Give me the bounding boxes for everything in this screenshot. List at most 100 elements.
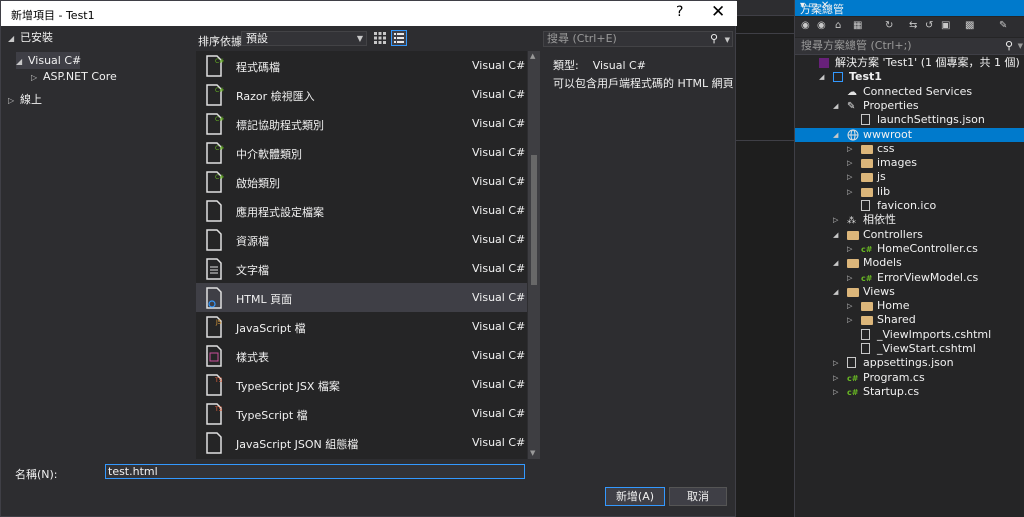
- solution-tree-item[interactable]: launchSettings.json: [795, 113, 1024, 127]
- template-row[interactable]: TS TypeScript JSX 檔案 Visual C#: [196, 370, 527, 399]
- tree-node-installed[interactable]: ◢ 已安裝: [8, 29, 53, 46]
- solution-tree-item[interactable]: ▷ ⁂ 相依性: [795, 213, 1024, 227]
- solution-tree-item[interactable]: ▷ c# Program.cs: [795, 371, 1024, 385]
- sync-icon[interactable]: ⇆: [909, 20, 917, 31]
- solution-tree-item[interactable]: ▷ lib: [795, 185, 1024, 199]
- expanded-arrow-icon[interactable]: ◢: [833, 256, 838, 270]
- expanded-arrow-icon[interactable]: ◢: [833, 99, 838, 113]
- template-row[interactable]: 樣式表 Visual C#: [196, 341, 527, 370]
- svg-text:JS: JS: [215, 319, 222, 326]
- expanded-arrow-icon[interactable]: ◢: [833, 285, 838, 299]
- expanded-arrow-icon[interactable]: ◢: [833, 228, 838, 242]
- template-name: TypeScript 檔: [236, 409, 308, 422]
- collapsed-arrow-icon[interactable]: ▷: [31, 69, 43, 86]
- scroll-up-icon[interactable]: ▲: [530, 52, 535, 60]
- solution-tree-item[interactable]: ▷ appsettings.json: [795, 356, 1024, 370]
- chevron-down-icon[interactable]: ▼: [725, 33, 730, 47]
- collapsed-arrow-icon[interactable]: ▷: [847, 299, 852, 313]
- solution-tree-item[interactable]: ▷ Shared: [795, 313, 1024, 327]
- refresh-icon[interactable]: ↺: [925, 20, 933, 31]
- add-button[interactable]: 新增(A): [605, 487, 665, 506]
- solution-tree-label: Properties: [863, 98, 919, 112]
- collapsed-arrow-icon[interactable]: ▷: [847, 313, 852, 327]
- expanded-arrow-icon[interactable]: ◢: [819, 70, 824, 84]
- collapsed-arrow-icon[interactable]: ▷: [833, 356, 838, 370]
- search-icon[interactable]: ⚲: [1005, 38, 1013, 54]
- code-file-icon: C#: [203, 55, 225, 77]
- tree-node-visual-csharp[interactable]: ◢ Visual C#: [16, 52, 81, 70]
- solution-tree-item[interactable]: ◢ Views: [795, 285, 1024, 299]
- expanded-arrow-icon[interactable]: ◢: [833, 128, 838, 142]
- collapsed-arrow-icon[interactable]: ▷: [847, 170, 852, 184]
- solution-tree-item[interactable]: ▷ c# ErrorViewModel.cs: [795, 271, 1024, 285]
- close-button[interactable]: ✕: [711, 2, 725, 22]
- expanded-arrow-icon[interactable]: ◢: [8, 30, 20, 47]
- collapsed-arrow-icon[interactable]: ▷: [847, 242, 852, 256]
- collapsed-arrow-icon[interactable]: ▷: [833, 371, 838, 385]
- forward-icon[interactable]: ◉: [817, 20, 826, 31]
- solution-tree-item[interactable]: _ViewStart.cshtml: [795, 342, 1024, 356]
- scroll-down-icon[interactable]: ▼: [530, 449, 535, 457]
- collapse-all-icon[interactable]: ▣: [941, 20, 950, 31]
- switch-views-icon[interactable]: ▦: [853, 20, 862, 31]
- template-row[interactable]: C# 標記協助程式類別 Visual C#: [196, 109, 527, 138]
- divider: [736, 140, 794, 141]
- template-row[interactable]: 應用程式設定檔案 Visual C#: [196, 196, 527, 225]
- list-view-button[interactable]: [391, 30, 407, 46]
- properties-icon[interactable]: ✎: [999, 20, 1007, 31]
- template-list-scrollbar[interactable]: ▲ ▼: [528, 51, 540, 459]
- solution-tree-item[interactable]: ◢ Models: [795, 256, 1024, 270]
- sort-dropdown[interactable]: 預設 ▼: [241, 31, 367, 46]
- solution-tree-item[interactable]: ▷ Home: [795, 299, 1024, 313]
- name-input[interactable]: test.html: [105, 464, 525, 479]
- solution-tree-item[interactable]: 解決方案 'Test1' (1 個專案，共 1 個): [795, 56, 1024, 70]
- template-row[interactable]: C# 程式碼檔 Visual C#: [196, 51, 527, 80]
- show-all-files-icon[interactable]: ▩: [965, 20, 974, 31]
- grid-view-button[interactable]: [373, 31, 387, 45]
- collapsed-arrow-icon[interactable]: ▷: [8, 92, 20, 109]
- scrollbar-thumb[interactable]: [531, 155, 537, 285]
- tree-node-aspnet-core[interactable]: ▷ ASP.NET Core: [31, 68, 117, 85]
- solution-tree-item[interactable]: ▷ js: [795, 170, 1024, 184]
- template-row[interactable]: C# 中介軟體類別 Visual C#: [196, 138, 527, 167]
- collapsed-arrow-icon[interactable]: ▷: [847, 271, 852, 285]
- solution-tree-item[interactable]: favicon.ico: [795, 199, 1024, 213]
- template-row[interactable]: TS TypeScript 檔 Visual C#: [196, 399, 527, 428]
- template-search-input[interactable]: 搜尋 (Ctrl+E) ⚲ ▼: [543, 31, 733, 47]
- solution-tree-item[interactable]: ▷ css: [795, 142, 1024, 156]
- solution-tree-item[interactable]: ▷ c# HomeController.cs: [795, 242, 1024, 256]
- solution-tree-item[interactable]: ◢ ✎ Properties: [795, 99, 1024, 113]
- template-row[interactable]: JavaScript JSON 組態檔 Visual C#: [196, 428, 527, 457]
- solution-tree-item[interactable]: ◢ Controllers: [795, 228, 1024, 242]
- solution-tree-item[interactable]: _ViewImports.cshtml: [795, 328, 1024, 342]
- collapsed-arrow-icon[interactable]: ▷: [833, 385, 838, 399]
- window-buttons[interactable]: ▾ ▭ ✕: [800, 0, 1019, 11]
- solution-tree-item[interactable]: ◢ wwwroot: [795, 127, 1024, 142]
- template-row[interactable]: 資源檔 Visual C#: [196, 225, 527, 254]
- back-icon[interactable]: ◉: [801, 20, 810, 31]
- template-row[interactable]: HTML 頁面 Visual C#: [196, 283, 527, 312]
- solution-tree-item[interactable]: ☁ Connected Services: [795, 85, 1024, 99]
- template-row[interactable]: C# 啟始類別 Visual C#: [196, 167, 527, 196]
- solution-tree-item[interactable]: ▷ c# Startup.cs: [795, 385, 1024, 399]
- template-row[interactable]: 文字檔 Visual C#: [196, 254, 527, 283]
- collapsed-arrow-icon[interactable]: ▷: [847, 142, 852, 156]
- collapsed-arrow-icon[interactable]: ▷: [833, 213, 838, 227]
- solution-tree-item[interactable]: ◢ Test1: [795, 70, 1024, 84]
- sort-label: 排序依據:: [198, 35, 246, 48]
- tree-node-online[interactable]: ▷ 線上: [8, 91, 42, 108]
- cancel-button[interactable]: 取消: [669, 487, 727, 506]
- solution-tree-item[interactable]: ▷ images: [795, 156, 1024, 170]
- expanded-arrow-icon[interactable]: ◢: [16, 53, 28, 70]
- template-row[interactable]: JS JavaScript 檔 Visual C#: [196, 312, 527, 341]
- search-icon[interactable]: ⚲: [710, 32, 718, 46]
- template-row[interactable]: C# Razor 檢視匯入 Visual C#: [196, 80, 527, 109]
- collapsed-arrow-icon[interactable]: ▷: [847, 185, 852, 199]
- solution-search-input[interactable]: 搜尋方案總管 (Ctrl+;) ⚲ ▼: [795, 38, 1024, 55]
- help-button[interactable]: ?: [676, 4, 683, 20]
- solution-search-placeholder: 搜尋方案總管 (Ctrl+;): [801, 39, 912, 52]
- pending-changes-icon[interactable]: ↻: [885, 20, 893, 31]
- collapsed-arrow-icon[interactable]: ▷: [847, 156, 852, 170]
- chevron-down-icon[interactable]: ▼: [1018, 38, 1023, 54]
- home-icon[interactable]: ⌂: [835, 20, 841, 31]
